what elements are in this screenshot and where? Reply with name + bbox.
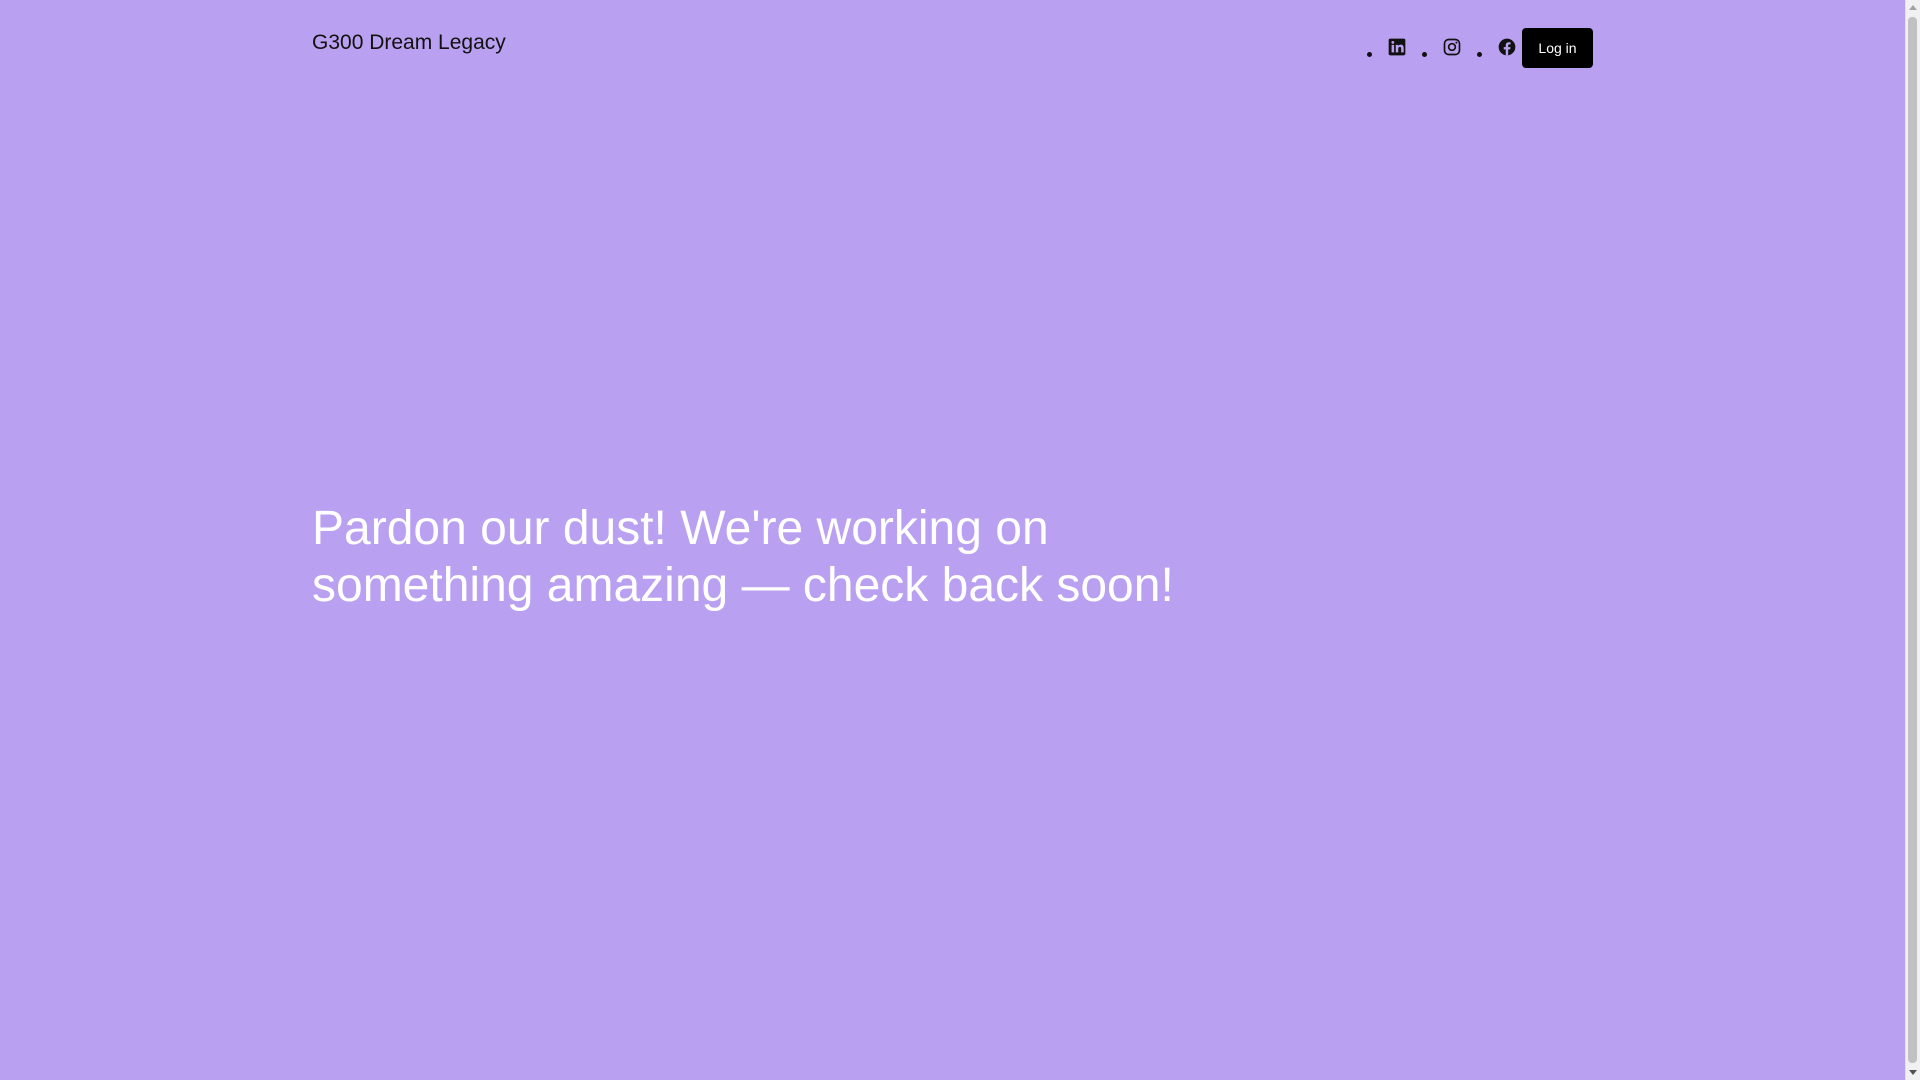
login-button[interactable]: Log in xyxy=(1522,28,1593,68)
page-headline: Pardon our dust! We're working on someth… xyxy=(312,502,1174,612)
scrollbar-thumb[interactable] xyxy=(1908,17,1917,1063)
scroll-up-icon[interactable] xyxy=(1909,5,1917,10)
instagram-icon[interactable] xyxy=(1442,37,1462,57)
facebook-icon[interactable] xyxy=(1497,37,1517,57)
separator-dot xyxy=(1422,51,1427,57)
linkedin-icon[interactable] xyxy=(1387,37,1407,57)
separator-dot xyxy=(1477,51,1482,57)
social-links xyxy=(1352,32,1517,62)
page-viewport: G300 Dream Legacy Log in Pardon our dust… xyxy=(0,0,1905,1080)
site-title-link[interactable]: G300 Dream Legacy xyxy=(312,31,506,55)
scroll-down-icon[interactable] xyxy=(1909,1070,1917,1075)
vertical-scrollbar[interactable] xyxy=(1905,0,1920,1080)
site-header: G300 Dream Legacy Log in xyxy=(312,0,1593,96)
separator-dot xyxy=(1367,51,1372,57)
